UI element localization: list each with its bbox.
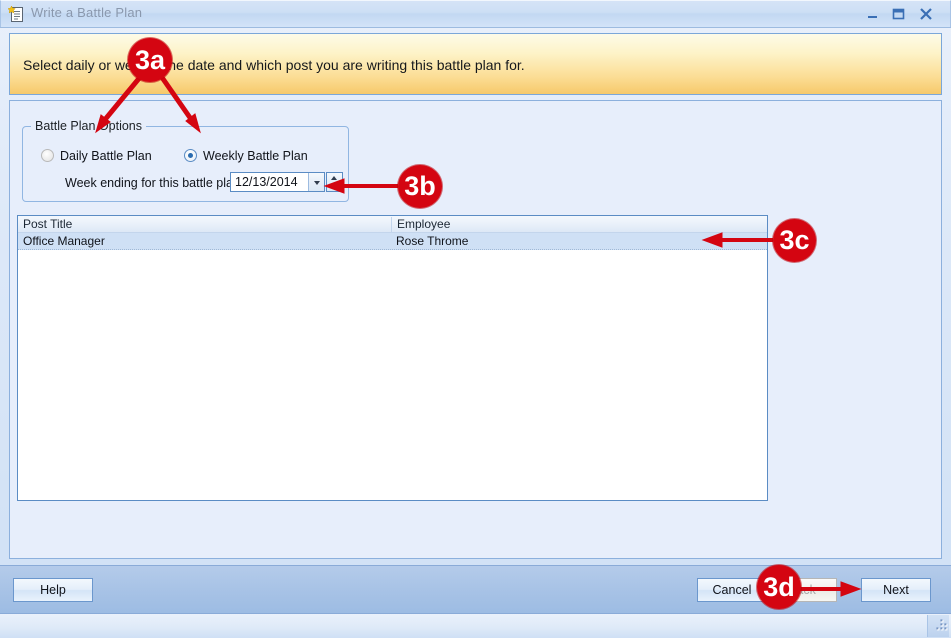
date-value: 12/13/2014 [235,175,298,189]
calendar-dropdown-button[interactable] [308,173,324,191]
spinner-down-icon[interactable] [327,182,342,191]
title-bar: Write a Battle Plan [0,0,951,28]
window-title: Write a Battle Plan [31,5,143,20]
radio-off-icon [41,149,54,162]
write-battle-plan-window: Write a Battle Plan Select daily or week… [0,0,951,638]
chevron-down-icon [314,181,320,185]
column-header-post-title[interactable]: Post Title [18,217,391,233]
help-button[interactable]: Help [13,578,93,602]
minimize-button[interactable] [860,4,884,23]
date-spinner[interactable] [326,172,343,192]
annotation-badge-3c: 3c [773,219,816,262]
title-bar-inner [0,0,951,27]
document-star-icon [7,5,25,23]
radio-daily-battle-plan[interactable]: Daily Battle Plan [41,149,152,163]
column-header-employee-label: Employee [397,217,451,231]
week-ending-date-picker[interactable]: 12/13/2014 [230,172,325,192]
close-button[interactable] [914,4,938,23]
group-title: Battle Plan Options [31,119,147,133]
button-bar: Help Cancel Back Next [0,565,951,613]
week-ending-label: Week ending for this battle plan: [65,176,244,190]
spinner-up-icon[interactable] [327,173,342,182]
radio-weekly-battle-plan[interactable]: Weekly Battle Plan [184,149,308,163]
column-header-employee[interactable]: Employee [391,217,767,233]
annotation-badge-3d: 3d [757,565,801,609]
cell-employee: Rose Throme [396,234,469,248]
post-list[interactable]: Post Title Employee Office Manager Rose … [17,215,768,501]
instruction-text: Select daily or weekly, the date and whi… [23,57,525,73]
annotation-badge-3a: 3a [128,38,172,82]
battle-plan-options-group: Battle Plan Options Daily Battle Plan We… [22,119,349,202]
resize-grip[interactable] [927,615,949,637]
radio-weekly-label: Weekly Battle Plan [203,149,308,163]
table-row[interactable]: Office Manager Rose Throme [18,233,767,250]
next-button[interactable]: Next [861,578,931,602]
cell-post-title: Office Manager [23,234,105,248]
annotation-badge-3b: 3b [398,165,442,208]
wizard-page-body: Battle Plan Options Daily Battle Plan We… [9,100,942,559]
column-header-post-title-label: Post Title [23,217,73,231]
post-list-header: Post Title Employee [18,216,767,233]
status-bar [0,613,951,638]
radio-on-icon [184,149,197,162]
radio-daily-label: Daily Battle Plan [60,149,152,163]
maximize-button[interactable] [886,4,910,23]
